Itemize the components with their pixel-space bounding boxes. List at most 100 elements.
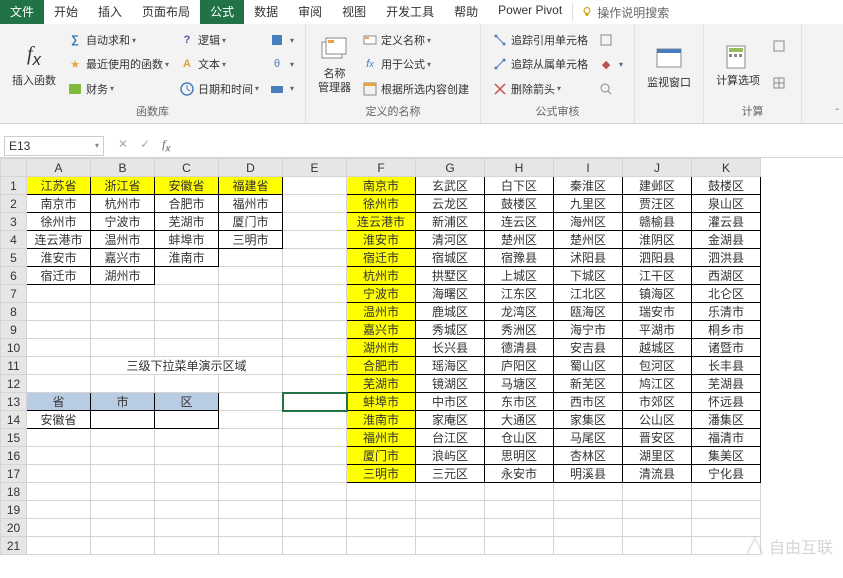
cell-G2[interactable]: 云龙区 — [416, 195, 485, 213]
row-header-11[interactable]: 11 — [1, 357, 27, 375]
cell-A3[interactable]: 徐州市 — [27, 213, 91, 231]
cell-D8[interactable] — [219, 303, 283, 321]
cell-F16[interactable]: 厦门市 — [347, 447, 416, 465]
cell-H15[interactable]: 仓山区 — [485, 429, 554, 447]
cell-C17[interactable] — [155, 465, 219, 483]
cell-H5[interactable]: 宿豫县 — [485, 249, 554, 267]
cell-I2[interactable]: 九里区 — [554, 195, 623, 213]
tab-powerpivot[interactable]: Power Pivot — [488, 0, 572, 24]
cell-A18[interactable] — [27, 483, 91, 501]
tab-home[interactable]: 开始 — [44, 0, 88, 24]
col-header-G[interactable]: G — [416, 159, 485, 177]
cell-B13[interactable]: 市 — [91, 393, 155, 411]
cell-J2[interactable]: 贾汪区 — [623, 195, 692, 213]
cell-B17[interactable] — [91, 465, 155, 483]
show-formulas-button[interactable] — [595, 30, 626, 50]
cell-G20[interactable] — [416, 519, 485, 537]
trace-dependents-button[interactable]: 追踪从属单元格 — [489, 54, 591, 74]
cell-D7[interactable] — [219, 285, 283, 303]
cell-I16[interactable]: 杏林区 — [554, 447, 623, 465]
cell-E16[interactable] — [283, 447, 347, 465]
cell-G11[interactable]: 瑶海区 — [416, 357, 485, 375]
cell-E14[interactable] — [283, 411, 347, 429]
row-header-21[interactable]: 21 — [1, 537, 27, 555]
cell-G17[interactable]: 三元区 — [416, 465, 485, 483]
cell-D9[interactable] — [219, 321, 283, 339]
evaluate-formula-button[interactable] — [595, 79, 626, 99]
cell-E4[interactable] — [283, 231, 347, 249]
cell-H11[interactable]: 庐阳区 — [485, 357, 554, 375]
cell-B19[interactable] — [91, 501, 155, 519]
cell-K7[interactable]: 北仑区 — [692, 285, 761, 303]
cell-C6[interactable] — [155, 267, 219, 285]
cell-B8[interactable] — [91, 303, 155, 321]
cell-K14[interactable]: 潘集区 — [692, 411, 761, 429]
cell-D13[interactable] — [219, 393, 283, 411]
cell-D10[interactable] — [219, 339, 283, 357]
cell-A12[interactable] — [27, 375, 91, 393]
tab-review[interactable]: 审阅 — [288, 0, 332, 24]
col-header-H[interactable]: H — [485, 159, 554, 177]
row-header-6[interactable]: 6 — [1, 267, 27, 285]
cell-H7[interactable]: 江东区 — [485, 285, 554, 303]
cell-A11[interactable] — [27, 357, 91, 375]
cell-I14[interactable]: 家集区 — [554, 411, 623, 429]
cell-K5[interactable]: 泗洪县 — [692, 249, 761, 267]
cell-C4[interactable]: 蚌埠市 — [155, 231, 219, 249]
cell-J21[interactable] — [623, 537, 692, 555]
cell-K3[interactable]: 灌云县 — [692, 213, 761, 231]
col-header-K[interactable]: K — [692, 159, 761, 177]
cell-A10[interactable] — [27, 339, 91, 357]
cell-J16[interactable]: 湖里区 — [623, 447, 692, 465]
calc-options-button[interactable]: 计算选项 — [710, 28, 766, 101]
cell-E3[interactable] — [283, 213, 347, 231]
cell-F15[interactable]: 福州市 — [347, 429, 416, 447]
cell-I5[interactable]: 沭阳县 — [554, 249, 623, 267]
cell-H3[interactable]: 连云区 — [485, 213, 554, 231]
cell-F13[interactable]: 蚌埠市 — [347, 393, 416, 411]
cell-F8[interactable]: 温州市 — [347, 303, 416, 321]
cell-C9[interactable] — [155, 321, 219, 339]
cell-I9[interactable]: 海宁市 — [554, 321, 623, 339]
name-manager-button[interactable]: 名称 管理器 — [312, 28, 357, 101]
cell-B3[interactable]: 宁波市 — [91, 213, 155, 231]
datetime-button[interactable]: 日期和时间▾ — [176, 79, 262, 99]
name-box[interactable]: E13▾ — [4, 136, 104, 156]
cell-C21[interactable] — [155, 537, 219, 555]
cell-A21[interactable] — [27, 537, 91, 555]
cell-I6[interactable]: 下城区 — [554, 267, 623, 285]
cell-D21[interactable] — [219, 537, 283, 555]
cell-F1[interactable]: 南京市 — [347, 177, 416, 195]
cell-F10[interactable]: 湖州市 — [347, 339, 416, 357]
cell-K4[interactable]: 金湖县 — [692, 231, 761, 249]
select-all-corner[interactable] — [1, 159, 27, 177]
cell-F5[interactable]: 宿迁市 — [347, 249, 416, 267]
formula-input[interactable] — [180, 136, 843, 156]
text-button[interactable]: A文本▾ — [176, 54, 262, 74]
cell-K11[interactable]: 长丰县 — [692, 357, 761, 375]
cell-D18[interactable] — [219, 483, 283, 501]
cell-D20[interactable] — [219, 519, 283, 537]
cell-I4[interactable]: 楚州区 — [554, 231, 623, 249]
row-header-4[interactable]: 4 — [1, 231, 27, 249]
cell-D17[interactable] — [219, 465, 283, 483]
use-in-formula-button[interactable]: fx用于公式▾ — [359, 54, 472, 74]
calc-sheet-button[interactable] — [768, 73, 793, 93]
cell-K21[interactable] — [692, 537, 761, 555]
cell-I3[interactable]: 海州区 — [554, 213, 623, 231]
error-checking-button[interactable]: ◆▾ — [595, 54, 626, 74]
cell-G7[interactable]: 海曙区 — [416, 285, 485, 303]
cell-J7[interactable]: 镇海区 — [623, 285, 692, 303]
cell-B9[interactable] — [91, 321, 155, 339]
cell-F17[interactable]: 三明市 — [347, 465, 416, 483]
cell-H2[interactable]: 鼓楼区 — [485, 195, 554, 213]
cell-K13[interactable]: 怀远县 — [692, 393, 761, 411]
cell-F3[interactable]: 连云港市 — [347, 213, 416, 231]
collapse-ribbon-button[interactable]: ˆ — [832, 104, 843, 123]
col-header-I[interactable]: I — [554, 159, 623, 177]
insert-function-button[interactable]: fx 插入函数 — [6, 28, 62, 101]
cell-F21[interactable] — [347, 537, 416, 555]
cell-G13[interactable]: 中市区 — [416, 393, 485, 411]
cell-B15[interactable] — [91, 429, 155, 447]
cell-J3[interactable]: 赣榆县 — [623, 213, 692, 231]
